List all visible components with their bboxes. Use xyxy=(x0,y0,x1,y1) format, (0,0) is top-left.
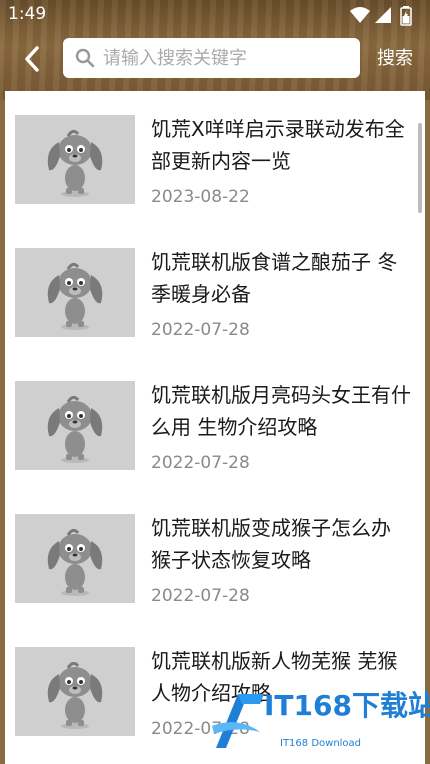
back-button[interactable] xyxy=(14,40,50,78)
watermark-logo-icon xyxy=(212,694,264,748)
search-input[interactable] xyxy=(103,47,343,69)
article-title: 饥荒X咩咩启示录联动发布全部更新内容一览 xyxy=(151,117,405,173)
list-item[interactable]: 饥荒联机版月亮码头女王有什么用 生物介绍攻略 2022-07-28 xyxy=(5,381,425,501)
watermark-subtext: IT168 Download xyxy=(280,738,362,749)
search-button[interactable]: 搜索 xyxy=(370,44,420,74)
article-date: 2022-07-28 xyxy=(151,453,250,473)
chevron-left-icon xyxy=(25,46,39,72)
placeholder-thumbnail xyxy=(15,647,135,736)
placeholder-thumbnail xyxy=(15,115,135,204)
list-item[interactable]: 饥荒联机版变成猴子怎么办 猴子状态恢复攻略 2022-07-28 xyxy=(5,514,425,634)
cell-signal-icon xyxy=(375,7,391,23)
search-box[interactable] xyxy=(63,38,360,78)
placeholder-thumbnail xyxy=(15,248,135,337)
article-date: 2023-08-22 xyxy=(151,187,250,207)
article-date: 2022-07-28 xyxy=(151,586,250,606)
status-icons xyxy=(350,6,420,26)
wifi-icon xyxy=(350,7,370,23)
toolbar: 搜索 xyxy=(0,30,430,88)
dog-placeholder-icon xyxy=(47,528,103,596)
status-time: 1:49 xyxy=(8,4,47,24)
article-title: 饥荒联机版食谱之酿茄子 冬季暖身必备 xyxy=(151,250,398,306)
dog-placeholder-icon xyxy=(47,661,103,729)
search-icon xyxy=(75,48,95,68)
list-item[interactable]: 饥荒X咩咩启示录联动发布全部更新内容一览 2023-08-22 xyxy=(5,115,425,235)
watermark-text: IT168下载站 xyxy=(264,689,430,722)
article-title: 饥荒联机版月亮码头女王有什么用 生物介绍攻略 xyxy=(151,383,411,439)
battery-icon xyxy=(400,6,412,26)
placeholder-thumbnail xyxy=(15,514,135,603)
article-list[interactable]: 饥荒X咩咩启示录联动发布全部更新内容一览 2023-08-22 饥荒联机版食谱之… xyxy=(5,91,425,764)
placeholder-thumbnail xyxy=(15,381,135,470)
article-title: 饥荒联机版变成猴子怎么办 猴子状态恢复攻略 xyxy=(151,516,391,572)
article-date: 2022-07-28 xyxy=(151,320,250,340)
dog-placeholder-icon xyxy=(47,262,103,330)
list-item[interactable]: 饥荒联机版食谱之酿茄子 冬季暖身必备 2022-07-28 xyxy=(5,248,425,368)
dog-placeholder-icon xyxy=(47,129,103,197)
status-bar: 1:49 xyxy=(0,0,430,30)
dog-placeholder-icon xyxy=(47,395,103,463)
watermark: IT168下载站 IT168 Download xyxy=(208,682,430,764)
